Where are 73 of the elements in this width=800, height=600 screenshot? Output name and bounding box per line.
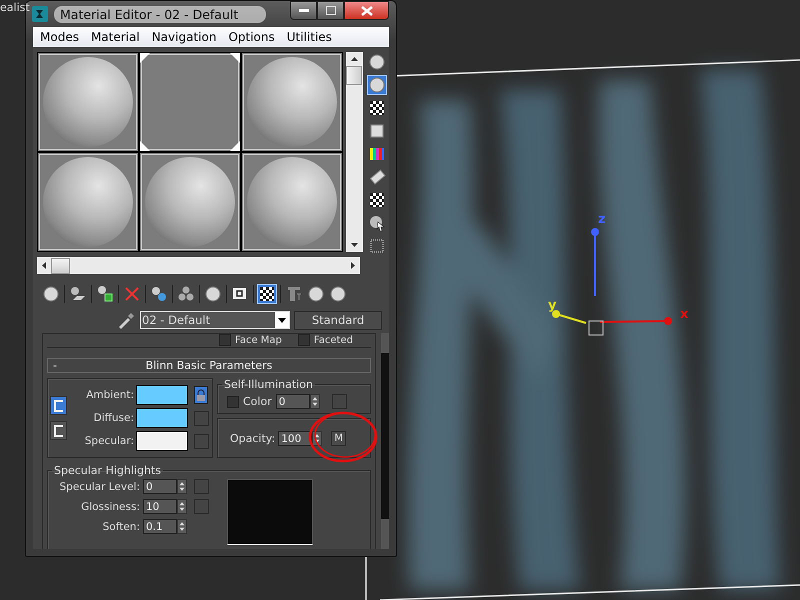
spinner-arrows-icon[interactable] [177, 499, 187, 514]
cube-icon[interactable] [96, 285, 114, 303]
checkbox-label: Color [243, 395, 272, 408]
group-title: Specular Highlights [53, 464, 162, 477]
sphere-icon[interactable] [42, 285, 60, 303]
checker-sphere-icon[interactable] [368, 191, 386, 209]
square-icon[interactable] [368, 122, 386, 140]
material-type-button[interactable]: Standard [294, 310, 382, 330]
sphere-icon[interactable] [368, 76, 386, 94]
app-icon [32, 6, 48, 22]
rollout-scrollbar[interactable] [381, 333, 389, 549]
minimize-button[interactable] [290, 1, 317, 20]
menu-item[interactable]: Utilities [282, 30, 337, 44]
sphere-icon[interactable] [368, 53, 386, 71]
pivot-square[interactable] [588, 320, 604, 336]
axis-label: z [598, 212, 606, 227]
checkbox[interactable] [219, 334, 231, 346]
padlock-icon [196, 388, 206, 402]
scrollbar-thumb[interactable] [381, 353, 389, 519]
spinner-arrows-icon[interactable] [177, 479, 187, 494]
menu-item[interactable]: Options [223, 30, 280, 44]
sphere-icon[interactable] [329, 285, 347, 303]
checker-icon[interactable] [258, 285, 276, 303]
group-title: Self-Illumination [223, 378, 314, 391]
viewport-label: ealist [0, 1, 30, 14]
color-label: Ambient: [85, 389, 134, 401]
checkbox-label: Face Map [235, 334, 282, 346]
horizontal-scrollbar[interactable] [37, 257, 360, 274]
window-title: Material Editor - 02 - Default [54, 6, 266, 22]
tube-icon[interactable] [285, 285, 303, 303]
axis-label: y [548, 298, 556, 313]
axis-arrow[interactable] [552, 310, 586, 324]
map-button[interactable]: M [331, 430, 346, 446]
dotted-frame-icon[interactable] [368, 237, 386, 255]
sphere-icon[interactable] [204, 285, 222, 303]
checkbox[interactable] [227, 396, 239, 408]
copy-icon[interactable] [150, 285, 168, 303]
vertical-scrollbar[interactable] [346, 52, 363, 252]
menu-item[interactable]: Navigation [146, 30, 222, 44]
spinner-arrows-icon[interactable] [177, 519, 187, 534]
axis-label: x [680, 307, 688, 322]
checkbox[interactable] [298, 334, 310, 346]
color-label: Diffuse: [92, 412, 134, 424]
spheres-icon[interactable] [177, 285, 195, 303]
color-label: Specular: [84, 435, 134, 447]
spinner-arrows-icon[interactable] [310, 394, 320, 409]
menu-item[interactable]: Material [86, 30, 145, 44]
close-button[interactable] [344, 1, 389, 20]
color-swatch[interactable] [136, 408, 188, 428]
field-label: Soften: [102, 520, 140, 532]
color-swatch[interactable] [136, 385, 188, 405]
scrollbar-thumb[interactable] [51, 258, 70, 274]
menu-item[interactable]: Modes [35, 30, 84, 44]
lock-button[interactable] [194, 386, 208, 404]
field-label: Specular Level: [58, 480, 140, 492]
minimize-icon [298, 8, 308, 12]
color-bars-icon[interactable] [368, 145, 386, 163]
field-label: Glossiness: [80, 500, 140, 512]
maximize-button[interactable] [317, 1, 344, 20]
sphere-icon[interactable] [307, 285, 325, 303]
checkbox-label: Faceted [314, 334, 353, 346]
close-icon [360, 6, 372, 16]
checker-icon[interactable] [368, 99, 386, 117]
opacity-label: Opacity: [230, 432, 276, 444]
rollout-header[interactable]: - Blinn Basic Parameters [47, 358, 371, 373]
color-swatch[interactable] [136, 431, 188, 451]
lock-button[interactable] [50, 396, 67, 415]
cursor-sphere-icon[interactable] [368, 214, 386, 232]
maximize-icon [326, 6, 336, 15]
scrollbar-thumb[interactable] [346, 66, 362, 85]
material-name-dropdown[interactable]: 02 - Default [140, 311, 290, 329]
lock-button[interactable] [50, 421, 67, 440]
slab-icon[interactable] [69, 285, 87, 303]
